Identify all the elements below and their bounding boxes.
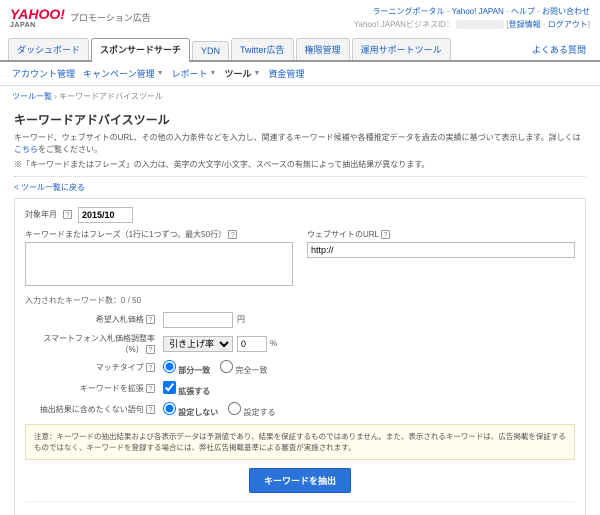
top-links: ラーニングポータル - Yahoo! JAPAN - ヘルプ - お問い合わせ … [354,6,590,32]
url-label: ウェブサイトのURL [307,230,379,239]
link-learning[interactable]: ラーニングポータル [372,7,444,16]
tab-dashboard[interactable]: ダッシュボード [8,38,89,60]
extract-button[interactable]: キーワードを抽出 [249,468,351,493]
page-desc: キーワード、ウェブサイトのURL、その他の入力条件などを入力し、関連するキーワー… [14,132,586,156]
help-icon[interactable]: ? [381,230,390,239]
chevron-down-icon: ▼ [253,70,260,77]
breadcrumb-current: キーワードアドバイスツール [59,92,163,101]
link-yahoo[interactable]: Yahoo! JAPAN [452,7,504,16]
link-account[interactable]: 登録情報 [509,20,541,29]
subtab-account[interactable]: アカウント管理 [12,67,75,80]
logo-main: YAHOO! [10,6,65,22]
page-note: ※「キーワードまたはフレーズ」の入力は、英字の大文字/小文字、スペースの有無によ… [14,159,586,170]
keywords-textarea[interactable] [25,242,293,286]
warning-box: 注意：キーワードの抽出結果および各表示データは予測値であり、結果を保証するもので… [25,424,575,461]
desc-link[interactable]: こちら [14,145,38,154]
help-icon[interactable]: ? [63,210,72,219]
link-help[interactable]: ヘルプ [511,7,535,16]
logo: YAHOO! JAPAN プロモーション広告 [10,6,151,29]
empty-hint: キーワードの抽出には、キーワードまたはフレーズ、あるいはウェブサイトのURLを入… [25,501,575,515]
help-icon[interactable]: ? [146,363,155,372]
exclude-on-radio[interactable]: 設定する [228,402,275,418]
tab-permissions[interactable]: 権限管理 [296,38,350,60]
tab-support[interactable]: 運用サポートツール [352,38,451,60]
match-exact-radio[interactable]: 完全一致 [220,360,267,376]
logo-region: JAPAN [10,22,65,29]
help-icon[interactable]: ? [228,230,237,239]
bid-input[interactable] [163,312,233,328]
chevron-down-icon: ▼ [157,70,164,77]
help-icon[interactable]: ? [146,384,155,393]
sp-rate-select[interactable]: 引き上げ率 [163,336,233,352]
subtab-campaign[interactable]: キャンペーン管理▼ [83,67,164,80]
period-input[interactable] [78,207,133,223]
expand-checkbox[interactable]: 拡張する [163,381,210,397]
subtab-tool[interactable]: ツール▼ [224,67,260,80]
back-link[interactable]: < ツール一覧に戻る [14,176,586,198]
subtab-funds[interactable]: 資金管理 [268,67,304,80]
url-input[interactable] [307,242,575,258]
biz-id-label: Yahoo! JAPANビジネスID： [354,20,454,29]
logo-product: プロモーション広告 [70,11,151,24]
tab-sponsored-search[interactable]: スポンサードサーチ [91,38,190,62]
form-panel: 対象年月 ? キーワードまたはフレーズ（1行に1つずつ。最大50行） ? ウェブ… [14,198,586,515]
help-icon[interactable]: ? [146,345,155,354]
subtab-report[interactable]: レポート▼ [172,67,217,80]
breadcrumb: ツール一覧 › キーワードアドバイスツール [0,86,600,107]
sp-value-input[interactable] [237,336,267,352]
page-title: キーワードアドバイスツール [14,111,586,128]
link-logout[interactable]: ログアウト [548,20,588,29]
period-label: 対象年月 [25,209,57,220]
link-contact[interactable]: お問い合わせ [542,7,590,16]
faq-link[interactable]: よくある質問 [526,39,592,60]
match-partial-radio[interactable]: 部分一致 [163,360,210,376]
breadcrumb-tools[interactable]: ツール一覧 [12,92,52,101]
chevron-down-icon: ▼ [210,70,217,77]
help-icon[interactable]: ? [146,405,155,414]
tab-twitter[interactable]: Twitter広告 [231,38,294,60]
exclude-off-radio[interactable]: 設定しない [163,402,218,418]
tab-ydn[interactable]: YDN [192,41,229,60]
help-icon[interactable]: ? [146,315,155,324]
keyword-count: 入力されたキーワード数：0 / 50 [25,295,575,306]
kw-label: キーワードまたはフレーズ（1行に1つずつ。最大50行） [25,230,226,239]
